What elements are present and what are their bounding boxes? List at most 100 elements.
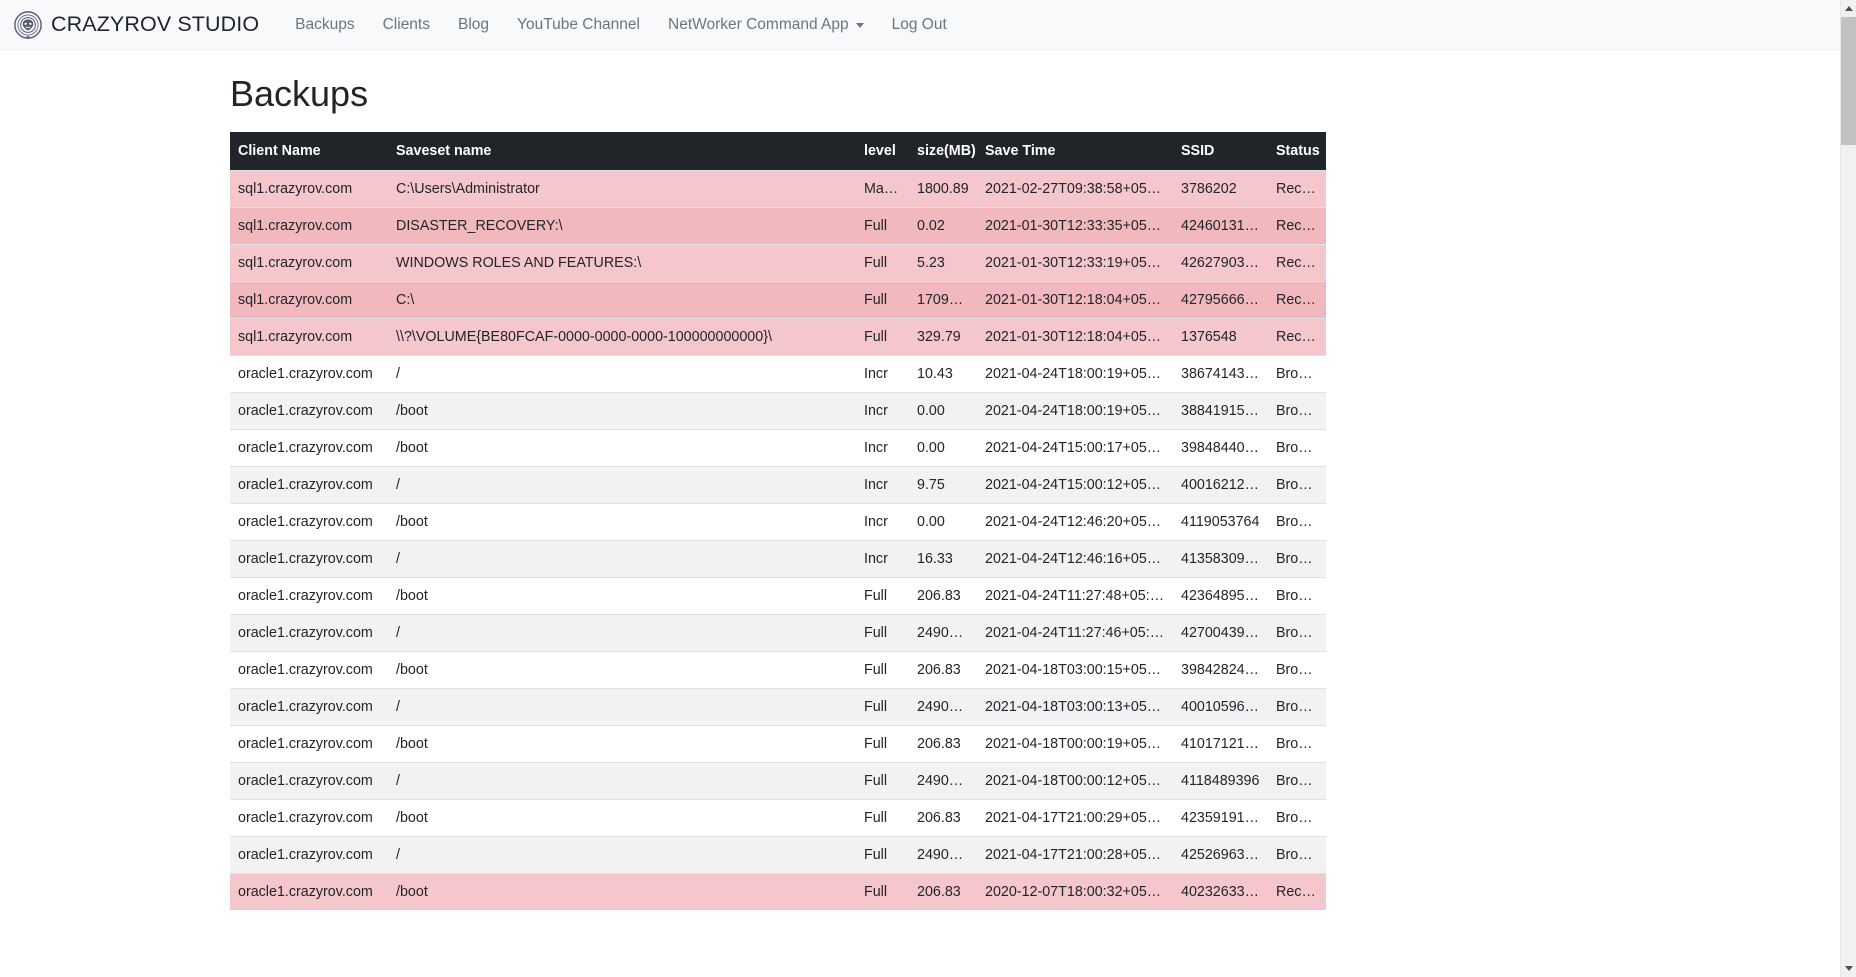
- scrollbar-down-button[interactable]: [1841, 960, 1856, 977]
- backups-table-body: sql1.crazyrov.com C:\Users\Administrator M…: [230, 170, 1326, 911]
- nav-item-clients[interactable]: Clients: [369, 8, 444, 42]
- cell-size: 17091.34: [909, 281, 977, 319]
- cell-ssid: 3984282471: [1173, 651, 1268, 689]
- cell-save-time: 2021-04-17T21:00:28+05:30: [977, 836, 1173, 874]
- cell-level: Incr: [856, 355, 909, 393]
- cell-ssid: 4101712187: [1173, 725, 1268, 763]
- cell-size: 24907.59: [909, 614, 977, 652]
- table-row[interactable]: oracle1.crazyrov.com / Full 24907.81 2021-04…: [230, 762, 1326, 800]
- cell-saveset-name: /boot: [388, 577, 856, 615]
- cell-level: Full: [856, 725, 909, 763]
- table-row[interactable]: oracle1.crazyrov.com/boot Incr 0.00 2021-04…: [230, 503, 1326, 541]
- column-header-size[interactable]: size(MB): [909, 132, 977, 171]
- cell-status: Browsable: [1268, 355, 1326, 393]
- cell-saveset-name: /boot: [388, 799, 856, 837]
- cell-level: Full: [856, 799, 909, 837]
- chevron-up-icon: [1845, 6, 1853, 11]
- cell-level: Full: [856, 318, 909, 356]
- column-header-status[interactable]: Status: [1268, 132, 1326, 171]
- cell-client-name: oracle1.crazyrov.com: [230, 688, 388, 726]
- column-header-ssid[interactable]: SSID: [1173, 132, 1268, 171]
- table-row[interactable]: oracle1.crazyrov.com/boot Full 206.83 2021-…: [230, 725, 1326, 763]
- cell-status: Browsable: [1268, 614, 1326, 652]
- table-row[interactable]: oracle1.crazyrov.com / Full 24907.59 2021-04…: [230, 614, 1326, 652]
- table-row[interactable]: oracle1.crazyrov.com / Incr 9.75 2021-04-24T…: [230, 466, 1326, 504]
- chevron-down-icon: [1845, 966, 1853, 971]
- cell-save-time: 2021-04-24T11:27:46+05:30: [977, 614, 1173, 652]
- cell-level: Full: [856, 651, 909, 689]
- cell-status: Browsable: [1268, 651, 1326, 689]
- cell-size: 0.02: [909, 207, 977, 245]
- cell-ssid: 4236489564: [1173, 577, 1268, 615]
- cell-save-time: 2021-04-24T12:46:20+05:30: [977, 503, 1173, 541]
- table-row[interactable]: oracle1.crazyrov.com/boot Full 206.83 2021-…: [230, 651, 1326, 689]
- table-row[interactable]: oracle1.crazyrov.com / Incr 16.33 2021-04-24…: [230, 540, 1326, 578]
- cell-status: Browsable: [1268, 577, 1326, 615]
- cell-level: Full: [856, 836, 909, 874]
- page-body: Backups Client Name Saveset name level s…: [0, 72, 1840, 911]
- cell-client-name: oracle1.crazyrov.com: [230, 651, 388, 689]
- table-row[interactable]: oracle1.crazyrov.com / Full 24908.18 2021-04…: [230, 688, 1326, 726]
- cell-client-name: sql1.crazyrov.com: [230, 170, 388, 208]
- table-row[interactable]: sql1.crazyrov.com C:\ Full 17091.34 2021-01-…: [230, 281, 1326, 319]
- cell-save-time: 2021-02-27T09:38:58+05:30: [977, 170, 1173, 208]
- cell-status: Recyclable: [1268, 281, 1326, 319]
- cell-level: Full: [856, 614, 909, 652]
- cell-size: 9.75: [909, 466, 977, 504]
- nav-item-log-out[interactable]: Log Out: [878, 8, 961, 42]
- table-row[interactable]: sql1.crazyrov.com C:\Users\Administrator M…: [230, 170, 1326, 208]
- nav-item-backups[interactable]: Backups: [281, 8, 368, 42]
- table-row[interactable]: oracle1.crazyrov.com/boot Full 206.83 2021-…: [230, 799, 1326, 837]
- scrollbar-up-button[interactable]: [1841, 0, 1856, 17]
- cell-ssid: 4119053764: [1173, 503, 1268, 541]
- vertical-scrollbar[interactable]: [1840, 0, 1856, 977]
- cell-ssid: 3984844073: [1173, 429, 1268, 467]
- cell-size: 206.83: [909, 651, 977, 689]
- cell-size: 10.43: [909, 355, 977, 393]
- cell-level: Full: [856, 873, 909, 911]
- cell-status: Recyclable: [1268, 207, 1326, 245]
- nav-item-clients-label: Clients: [382, 15, 430, 33]
- brand-link[interactable]: CRAZYROV STUDIO: [14, 10, 259, 39]
- cell-client-name: oracle1.crazyrov.com: [230, 429, 388, 467]
- nav-item-blog[interactable]: Blog: [444, 8, 503, 42]
- nav-item-networker-command-app[interactable]: NetWorker Command App: [654, 8, 878, 42]
- nav-item-youtube-channel-label: YouTube Channel: [517, 15, 640, 33]
- cell-saveset-name: /boot: [388, 725, 856, 763]
- table-row[interactable]: sql1.crazyrov.com WINDOWS ROLES AND FEATU…: [230, 244, 1326, 282]
- column-header-level[interactable]: level: [856, 132, 909, 171]
- table-row[interactable]: oracle1.crazyrov.com/boot Full 206.83 2020-…: [230, 873, 1326, 911]
- cell-client-name: oracle1.crazyrov.com: [230, 503, 388, 541]
- cell-size: 0.00: [909, 503, 977, 541]
- cell-client-name: oracle1.crazyrov.com: [230, 873, 388, 911]
- cell-save-time: 2021-04-18T00:00:19+05:30: [977, 725, 1173, 763]
- column-header-saveset-name[interactable]: Saveset name: [388, 132, 856, 171]
- cell-status: Recyclable: [1268, 244, 1326, 282]
- table-row[interactable]: sql1.crazyrov.com \\?\VOLUME{BE80FCAF-000…: [230, 318, 1326, 356]
- cell-save-time: 2021-04-24T12:46:16+05:30: [977, 540, 1173, 578]
- cell-saveset-name: WINDOWS ROLES AND FEATURES:\: [388, 244, 856, 282]
- table-row[interactable]: oracle1.crazyrov.com/boot Incr 0.00 2021-04…: [230, 392, 1326, 430]
- scrollbar-thumb[interactable]: [1841, 17, 1856, 145]
- cell-size: 5.23: [909, 244, 977, 282]
- cell-status: Browsable: [1268, 429, 1326, 467]
- cell-level: Full: [856, 281, 909, 319]
- cell-saveset-name: /boot: [388, 503, 856, 541]
- table-row[interactable]: oracle1.crazyrov.com / Full 24907.43 2021-04…: [230, 836, 1326, 874]
- table-row[interactable]: oracle1.crazyrov.com/boot Full 206.83 2021-…: [230, 577, 1326, 615]
- cell-ssid: 1376548: [1173, 318, 1268, 356]
- cell-size: 0.00: [909, 429, 977, 467]
- column-header-client-name[interactable]: Client Name: [230, 132, 388, 171]
- cell-save-time: 2021-04-18T03:00:15+05:30: [977, 651, 1173, 689]
- cell-level: Full: [856, 207, 909, 245]
- table-row[interactable]: sql1.crazyrov.com DISASTER_RECOVERY:\ Full…: [230, 207, 1326, 245]
- cell-client-name: sql1.crazyrov.com: [230, 281, 388, 319]
- cell-client-name: oracle1.crazyrov.com: [230, 466, 388, 504]
- scrollbar-track[interactable]: [1841, 145, 1856, 960]
- cell-status: Browsable: [1268, 503, 1326, 541]
- table-row[interactable]: oracle1.crazyrov.com/boot Incr 0.00 2021-04…: [230, 429, 1326, 467]
- backups-table-head: Client Name Saveset name level size(MB) …: [230, 132, 1326, 171]
- table-row[interactable]: oracle1.crazyrov.com / Incr 10.43 2021-04-24…: [230, 355, 1326, 393]
- column-header-save-time[interactable]: Save Time: [977, 132, 1173, 171]
- nav-item-youtube-channel[interactable]: YouTube Channel: [503, 8, 654, 42]
